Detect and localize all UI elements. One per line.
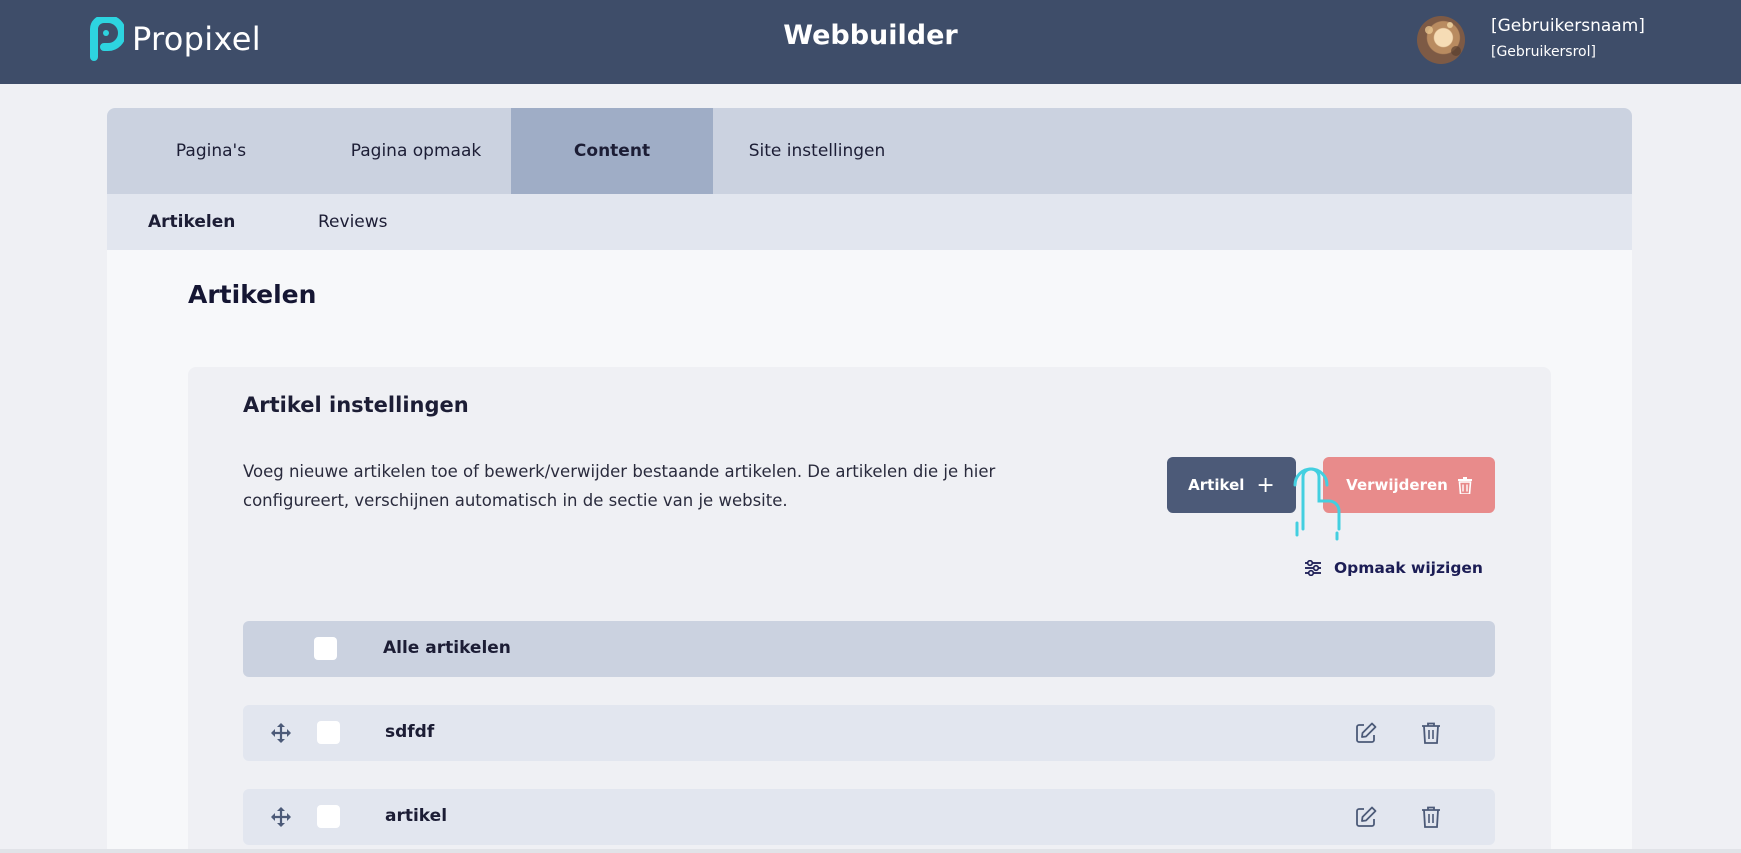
change-layout-label: Opmaak wijzigen xyxy=(1334,559,1483,577)
trash-icon xyxy=(1457,476,1472,494)
move-icon[interactable] xyxy=(270,806,292,828)
trash-icon[interactable] xyxy=(1419,721,1443,745)
top-bar: Propixel Webbuilder [Gebruikersnaam] [Ge… xyxy=(0,0,1741,84)
avatar[interactable] xyxy=(1417,16,1465,64)
app-title: Webbuilder xyxy=(783,20,958,51)
sub-tabs: Artikelen Reviews xyxy=(107,194,1632,250)
row-checkbox[interactable] xyxy=(317,805,340,828)
edit-icon[interactable] xyxy=(1354,721,1378,745)
card-description: Voeg nieuwe artikelen toe of bewerk/verw… xyxy=(243,462,996,510)
main-tabs: Pagina's Pagina opmaak Content Site inst… xyxy=(107,108,1632,194)
subtab-reviews[interactable]: Reviews xyxy=(318,194,388,250)
delete-label: Verwijderen xyxy=(1346,476,1448,494)
article-title: artikel xyxy=(385,806,448,826)
plus-icon: + xyxy=(1256,472,1275,498)
user-role: [Gebruikersrol] xyxy=(1491,44,1596,60)
tab-site-instellingen[interactable]: Site instellingen xyxy=(713,108,921,194)
tab-pagina-opmaak[interactable]: Pagina opmaak xyxy=(315,108,517,194)
main-panel: Pagina's Pagina opmaak Content Site inst… xyxy=(107,108,1632,853)
move-icon[interactable] xyxy=(270,722,292,744)
card-title: Artikel instellingen xyxy=(243,393,469,417)
sliders-icon xyxy=(1305,560,1321,576)
article-title: sdfdf xyxy=(385,722,435,742)
tab-paginas[interactable]: Pagina's xyxy=(107,108,315,194)
bottom-border xyxy=(0,849,1741,853)
change-layout-link[interactable]: Opmaak wijzigen xyxy=(1304,556,1483,580)
select-all-checkbox[interactable] xyxy=(314,637,337,660)
user-name[interactable]: [Gebruikersnaam] xyxy=(1491,16,1645,36)
add-article-label: Artikel xyxy=(1188,476,1245,494)
row-checkbox[interactable] xyxy=(317,721,340,744)
subtab-artikelen[interactable]: Artikelen xyxy=(148,194,235,250)
edit-icon[interactable] xyxy=(1354,805,1378,829)
list-item: artikel xyxy=(243,789,1495,845)
add-article-button[interactable]: Artikel + xyxy=(1167,457,1296,513)
list-header-label: Alle artikelen xyxy=(383,638,511,658)
trash-icon[interactable] xyxy=(1419,805,1443,829)
page-title: Artikelen xyxy=(188,280,317,309)
list-item: sdfdf xyxy=(243,705,1495,761)
article-settings-card: Artikel instellingen Voeg nieuwe artikel… xyxy=(188,367,1551,853)
list-header: Alle artikelen xyxy=(243,621,1495,677)
delete-button[interactable]: Verwijderen xyxy=(1323,457,1495,513)
tab-content[interactable]: Content xyxy=(511,108,713,194)
